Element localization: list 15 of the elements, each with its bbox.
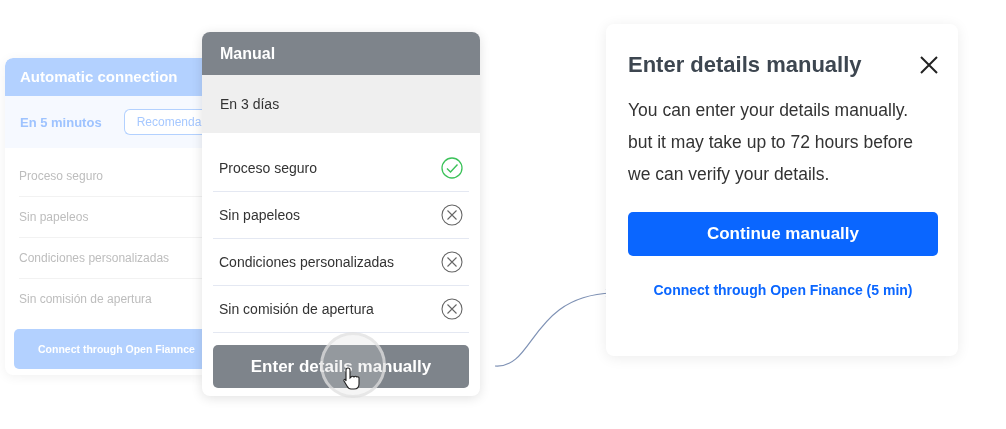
close-icon[interactable]: [920, 56, 938, 74]
dialog-message: You can enter your details manually. but it may take up to 72 hours before we can verify your details.: [628, 99, 915, 186]
connect-link[interactable]: Connect through Open Finance (5 min): [653, 282, 913, 298]
time-label: En 5 minutos: [20, 114, 102, 130]
continue-button[interactable]: Continue manually: [628, 212, 938, 256]
time-label: En 3 días: [202, 75, 480, 133]
dialog-title: Enter details manually: [628, 52, 862, 78]
card-title: Manual: [202, 32, 480, 75]
feature-label: Proceso seguro: [219, 160, 318, 176]
feature-label: Sin comisión de apertura: [19, 291, 153, 308]
feature-label: Condiciones personalizadas: [219, 254, 395, 270]
feature-label: Sin papeleos: [219, 207, 300, 223]
card-title: Automatic connection: [5, 58, 205, 96]
recommended-badge: Recomenda: [123, 109, 205, 135]
feature-label: Sin comisión de apertura: [219, 301, 374, 317]
